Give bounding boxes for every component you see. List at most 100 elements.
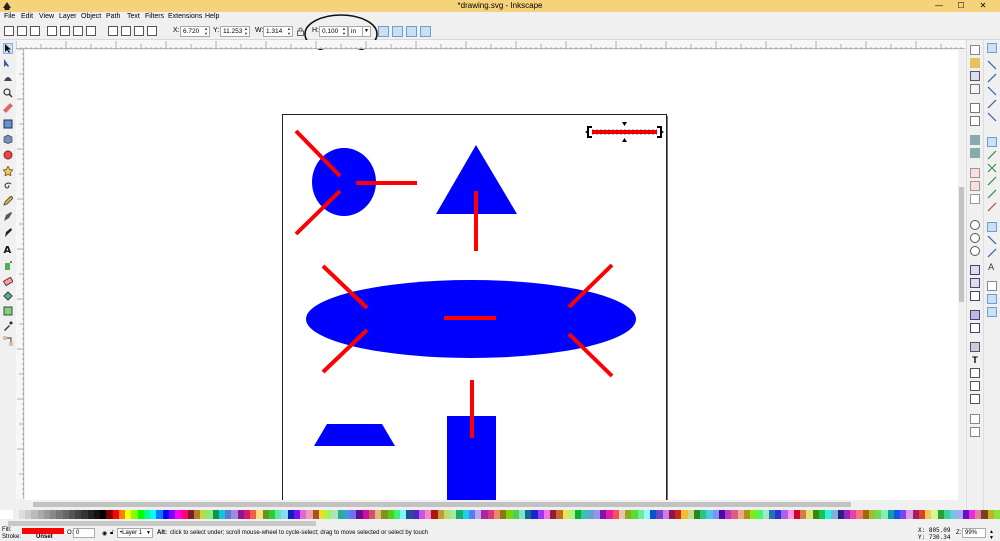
snap-page-border-icon[interactable]: [987, 281, 997, 291]
menu-text[interactable]: Text: [127, 13, 140, 20]
gradient-tool-icon[interactable]: [3, 306, 13, 317]
stroke-value[interactable]: Unset: [36, 534, 53, 540]
color-palette[interactable]: [0, 510, 1000, 519]
snap-intersection-icon[interactable]: [987, 163, 997, 173]
align-distribute-icon[interactable]: [970, 394, 980, 404]
save-icon[interactable]: [970, 71, 980, 81]
rotate-cw-icon[interactable]: [60, 26, 70, 36]
snap-nodes-icon[interactable]: [987, 137, 997, 147]
y-input[interactable]: 11.253 ▲ ▼: [220, 26, 250, 37]
snap-text-baseline-icon[interactable]: A: [987, 261, 997, 273]
drawing-canvas[interactable]: [25, 50, 959, 507]
menu-edit[interactable]: Edit: [21, 13, 33, 20]
import-icon[interactable]: [970, 103, 980, 113]
snap-cusp-icon[interactable]: [987, 176, 997, 186]
eraser-tool-icon[interactable]: [2, 276, 14, 287]
ellipse-tool-icon[interactable]: [3, 150, 13, 161]
snap-path-icon[interactable]: [987, 150, 997, 160]
opacity-input[interactable]: 0: [73, 528, 95, 538]
measure-tool-icon[interactable]: [3, 103, 13, 114]
horizontal-scrollbar[interactable]: [25, 500, 959, 509]
fill-stroke-icon[interactable]: [970, 342, 980, 352]
star-tool-icon[interactable]: [1, 164, 15, 178]
3d-box-tool-icon[interactable]: [3, 134, 13, 145]
duplicate-icon[interactable]: [970, 265, 980, 275]
menu-help[interactable]: Help: [205, 13, 219, 20]
menu-view[interactable]: View: [39, 13, 54, 20]
ungroup-icon[interactable]: [970, 323, 980, 333]
blue-trapezoid[interactable]: [314, 424, 395, 446]
snap-bbox-edge-icon[interactable]: [987, 73, 997, 83]
lower-to-bottom-icon[interactable]: [147, 26, 157, 36]
paint-bucket-tool-icon[interactable]: [3, 291, 13, 302]
menu-layer[interactable]: Layer: [59, 13, 77, 20]
close-button[interactable]: ✕: [972, 0, 994, 12]
transform-gradients-toggle[interactable]: [406, 26, 417, 37]
snap-smooth-icon[interactable]: [987, 189, 997, 199]
rectangle-tool-icon[interactable]: [3, 119, 13, 130]
w-input[interactable]: 1.314 ▲ ▼: [263, 26, 293, 37]
eye-icon[interactable]: ◉: [102, 530, 107, 537]
zoom-drawing-icon[interactable]: [970, 233, 980, 243]
zoom-spinner-icon[interactable]: ▲ ▼: [989, 529, 994, 541]
snap-enable-icon[interactable]: [987, 43, 997, 53]
menu-path[interactable]: Path: [106, 13, 120, 20]
connector-tool-icon[interactable]: [3, 336, 13, 347]
pen-tool-icon[interactable]: [3, 212, 13, 223]
zoom-tool-icon[interactable]: [3, 88, 13, 99]
snap-guide-icon[interactable]: [987, 307, 997, 317]
lock-layer-icon[interactable]: 🔓︎: [110, 530, 114, 537]
w-spinner-arrows-icon[interactable]: ▲ ▼: [287, 26, 291, 36]
raise-icon[interactable]: [121, 26, 131, 36]
scale-corners-toggle[interactable]: [392, 26, 403, 37]
select-all-layers-icon[interactable]: [17, 26, 27, 36]
palette-swatch[interactable]: [993, 510, 1000, 519]
dropper-tool-icon[interactable]: [3, 321, 13, 332]
snap-bbox-icon[interactable]: [987, 60, 997, 70]
tweak-tool-icon[interactable]: [3, 73, 13, 84]
palette-scroll-thumb[interactable]: [8, 521, 316, 526]
vertical-ruler[interactable]: [16, 48, 24, 499]
clone-icon[interactable]: [970, 278, 980, 288]
y-spinner-arrows-icon[interactable]: ▲ ▼: [244, 26, 248, 36]
spiral-tool-icon[interactable]: [3, 181, 13, 192]
raise-to-top-icon[interactable]: [108, 26, 118, 36]
select-all-icon[interactable]: [4, 26, 14, 36]
zoom-selection-icon[interactable]: [970, 220, 980, 230]
palette-scrollbar[interactable]: [0, 519, 1000, 527]
menu-file[interactable]: File: [4, 13, 15, 20]
export-icon[interactable]: [970, 116, 980, 126]
snap-midpoint-icon[interactable]: [987, 202, 997, 212]
snap-bbox-corner-icon[interactable]: [987, 86, 997, 96]
snap-grid-icon[interactable]: [987, 294, 997, 304]
cut-icon[interactable]: [970, 181, 980, 191]
undo-icon[interactable]: [970, 135, 980, 145]
text-tool-icon[interactable]: A: [3, 244, 13, 256]
pencil-tool-icon[interactable]: [3, 195, 14, 207]
rotate-ccw-icon[interactable]: [47, 26, 57, 36]
vertical-scrollbar[interactable]: [958, 50, 965, 500]
lower-icon[interactable]: [134, 26, 144, 36]
layers-icon[interactable]: [970, 368, 980, 378]
group-icon[interactable]: [970, 310, 980, 320]
snap-bbox-midpoint-icon[interactable]: [987, 99, 997, 109]
snap-others-icon[interactable]: [987, 222, 997, 232]
x-input[interactable]: 6.720 ▲ ▼: [180, 26, 210, 37]
spray-tool-icon[interactable]: [3, 260, 13, 271]
deselect-icon[interactable]: [30, 26, 40, 36]
xml-editor-icon[interactable]: [970, 381, 980, 391]
zoom-page-icon[interactable]: [970, 246, 980, 256]
snap-center-icon[interactable]: [987, 112, 997, 122]
horizontal-scroll-thumb[interactable]: [33, 502, 851, 507]
text-font-icon[interactable]: T: [970, 355, 980, 365]
menu-filters[interactable]: Filters: [145, 13, 164, 20]
unlink-clone-icon[interactable]: [970, 291, 980, 301]
print-icon[interactable]: [970, 84, 980, 94]
snap-object-center-icon[interactable]: [987, 235, 997, 245]
preferences-icon[interactable]: [970, 427, 980, 437]
node-tool-icon[interactable]: [3, 58, 13, 69]
paste-icon[interactable]: [970, 194, 980, 204]
scale-stroke-toggle[interactable]: [378, 26, 389, 37]
menu-extensions[interactable]: Extensions: [168, 13, 202, 20]
x-spinner-arrows-icon[interactable]: ▲ ▼: [204, 26, 208, 36]
